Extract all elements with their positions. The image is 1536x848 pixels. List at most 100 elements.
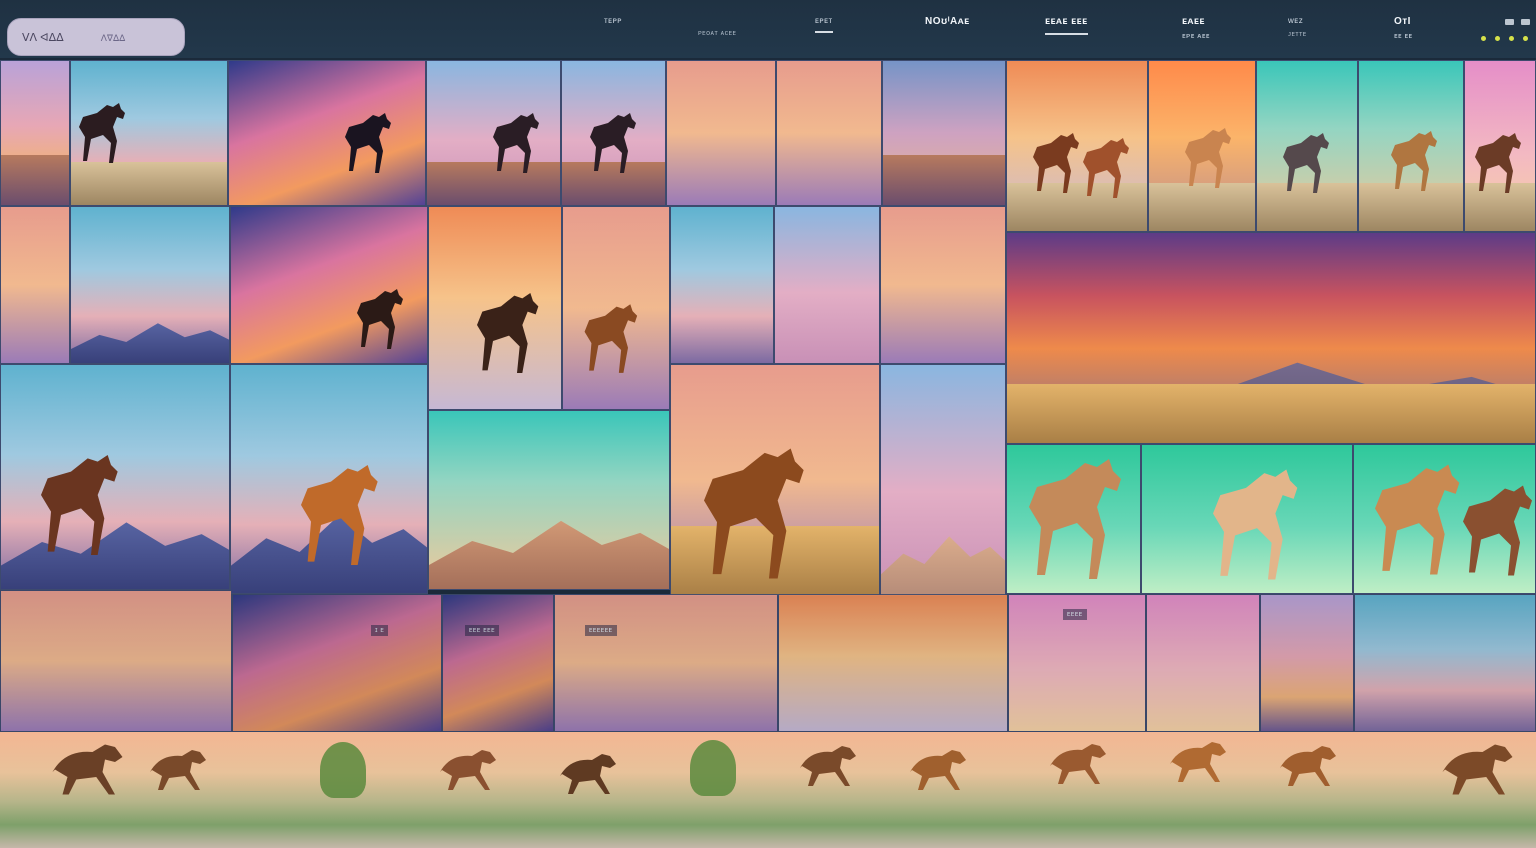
nav-item-4-label: NOʊᴵAᴀᴇ bbox=[925, 16, 970, 27]
photo-tile[interactable] bbox=[228, 60, 426, 206]
photo-tile[interactable] bbox=[428, 410, 670, 590]
photo-tile[interactable] bbox=[70, 60, 228, 206]
photo-tile[interactable] bbox=[0, 364, 230, 590]
photo-tile[interactable] bbox=[1358, 60, 1464, 232]
photo-tile[interactable]: ᴇᴇᴇᴇ bbox=[1008, 594, 1146, 732]
nav-item-8-label: OᴛI bbox=[1394, 16, 1411, 27]
horse-icon bbox=[1469, 131, 1529, 201]
photo-tile[interactable] bbox=[882, 60, 1006, 206]
horse-icon bbox=[1270, 738, 1350, 798]
status-dot-icon bbox=[1523, 36, 1528, 41]
horse-icon bbox=[351, 287, 411, 357]
horse-icon bbox=[1454, 475, 1536, 594]
photo-tile[interactable] bbox=[1353, 444, 1536, 594]
horse-icon bbox=[584, 111, 644, 181]
horse-icon bbox=[1160, 734, 1240, 794]
photo-tile[interactable] bbox=[778, 594, 1008, 732]
nav-item-7-sub: ᴊᴇᴛᴛᴇ bbox=[1288, 31, 1307, 38]
nav-item-1-label: ᴛᴇᴘᴘ bbox=[604, 16, 622, 25]
horse-icon bbox=[469, 287, 549, 387]
horse-icon bbox=[1017, 455, 1137, 594]
tile-caption: ᴇᴇᴇᴇ bbox=[1063, 609, 1087, 620]
bush-icon bbox=[320, 742, 366, 798]
nav-item-7[interactable]: ᴡᴇᴢ ᴊᴇᴛᴛᴇ bbox=[1288, 16, 1307, 38]
nav-item-1[interactable]: ᴛᴇᴘᴘ bbox=[604, 16, 622, 25]
horse-icon bbox=[1077, 136, 1137, 206]
nav-item-8[interactable]: OᴛI ᴇᴇ ᴇᴇ bbox=[1394, 16, 1412, 40]
photo-tile[interactable]: ᴇᴇᴇ ᴇᴇᴇ bbox=[442, 594, 554, 732]
photo-tile[interactable] bbox=[0, 60, 70, 206]
search-input[interactable]: ᐯᐱ ᐊᐃᐃ ᐱᐁᐃᐃ bbox=[7, 18, 185, 56]
horse-icon bbox=[1430, 732, 1530, 812]
horse-icon bbox=[487, 111, 547, 181]
horse-icon bbox=[691, 435, 821, 596]
nav-item-5[interactable]: ᴇᴇᴀᴇ ᴇᴇᴇ bbox=[1045, 16, 1088, 35]
photo-tile[interactable]: ɪ ᴇ bbox=[232, 594, 442, 732]
horse-icon bbox=[790, 738, 870, 798]
horse-icon bbox=[73, 101, 133, 171]
photo-tile[interactable] bbox=[230, 364, 428, 594]
nav-item-2[interactable]: ᴘᴇᴏᴀᴛ ᴀᴄᴇᴇ bbox=[698, 24, 736, 37]
photo-tile[interactable] bbox=[880, 206, 1006, 364]
nav-item-6-sub: ᴇᴘᴇ ᴀᴇᴇ bbox=[1182, 33, 1210, 40]
photo-tile[interactable] bbox=[426, 60, 561, 206]
horse-icon bbox=[1040, 736, 1120, 796]
nav-item-6[interactable]: ᴇᴀᴇᴇ ᴇᴘᴇ ᴀᴇᴇ bbox=[1182, 16, 1210, 40]
photo-tile[interactable] bbox=[561, 60, 666, 206]
nav-item-4[interactable]: NOʊᴵAᴀᴇ bbox=[925, 16, 970, 27]
bush-icon bbox=[690, 740, 736, 796]
horse-icon bbox=[550, 746, 630, 806]
photo-tile[interactable] bbox=[428, 206, 562, 410]
photo-tile[interactable] bbox=[562, 206, 670, 410]
photo-tile[interactable] bbox=[230, 206, 428, 364]
photo-tile[interactable] bbox=[1260, 594, 1354, 732]
photo-tile[interactable] bbox=[1006, 60, 1148, 232]
window-control-icon[interactable] bbox=[1505, 19, 1514, 25]
window-control-icon[interactable] bbox=[1521, 19, 1530, 25]
bottom-banner bbox=[0, 732, 1536, 848]
photo-tile[interactable] bbox=[0, 590, 232, 732]
tile-caption: ᴇᴇᴇᴇᴇᴇ bbox=[585, 625, 617, 636]
nav-item-3[interactable]: ᴇᴘᴇᴛ bbox=[815, 16, 833, 33]
horse-icon bbox=[1202, 465, 1312, 594]
photo-tile[interactable] bbox=[670, 364, 880, 596]
photo-tile[interactable] bbox=[1148, 60, 1256, 232]
tile-caption: ɪ ᴇ bbox=[371, 625, 389, 636]
photo-tile[interactable] bbox=[1006, 444, 1141, 594]
top-bar: ᐯᐱ ᐊᐃᐃ ᐱᐁᐃᐃ ᴛᴇᴘᴘ ᴘᴇᴏᴀᴛ ᴀᴄᴇᴇ ᴇᴘᴇᴛ NOʊᴵAᴀᴇ… bbox=[0, 0, 1536, 58]
photo-tile[interactable]: ᴇᴇᴇᴇᴇᴇ bbox=[554, 594, 778, 732]
photo-tile[interactable] bbox=[670, 206, 774, 364]
photo-tile[interactable] bbox=[0, 206, 70, 364]
nav-item-6-label: ᴇᴀᴇᴇ bbox=[1182, 16, 1205, 27]
nav-item-2-sub: ᴘᴇᴏᴀᴛ ᴀᴄᴇᴇ bbox=[698, 30, 737, 37]
horse-icon bbox=[1179, 126, 1239, 196]
nav-item-8-sub: ᴇᴇ ᴇᴇ bbox=[1394, 33, 1413, 40]
horse-icon bbox=[1277, 131, 1337, 201]
photo-tile[interactable] bbox=[1354, 594, 1536, 732]
photo-tile[interactable] bbox=[880, 364, 1006, 596]
nav-item-3-label: ᴇᴘᴇᴛ bbox=[815, 16, 833, 25]
status-dot-icon bbox=[1495, 36, 1500, 41]
photo-tile[interactable] bbox=[1464, 60, 1536, 232]
photo-tile[interactable] bbox=[70, 206, 230, 364]
horse-icon bbox=[900, 742, 980, 802]
horse-icon bbox=[1385, 129, 1445, 199]
photo-tile[interactable] bbox=[1141, 444, 1353, 594]
horse-icon bbox=[339, 91, 399, 201]
horse-icon bbox=[291, 445, 391, 594]
status-dots bbox=[1481, 36, 1528, 41]
search-value: ᐯᐱ ᐊᐃᐃ bbox=[22, 32, 64, 44]
photo-tile[interactable] bbox=[1256, 60, 1358, 232]
horse-icon bbox=[40, 732, 140, 812]
search-hint: ᐱᐁᐃᐃ bbox=[100, 33, 126, 43]
status-dot-icon bbox=[1481, 36, 1486, 41]
photo-tile[interactable] bbox=[774, 206, 880, 364]
status-dot-icon bbox=[1509, 36, 1514, 41]
photo-tile[interactable] bbox=[1006, 232, 1536, 444]
photo-tile[interactable] bbox=[666, 60, 776, 206]
photo-tile[interactable] bbox=[1146, 594, 1260, 732]
photo-tile[interactable] bbox=[776, 60, 882, 206]
horse-icon bbox=[577, 302, 647, 382]
tile-caption: ᴇᴇᴇ ᴇᴇᴇ bbox=[465, 625, 500, 636]
horse-icon bbox=[140, 742, 220, 802]
